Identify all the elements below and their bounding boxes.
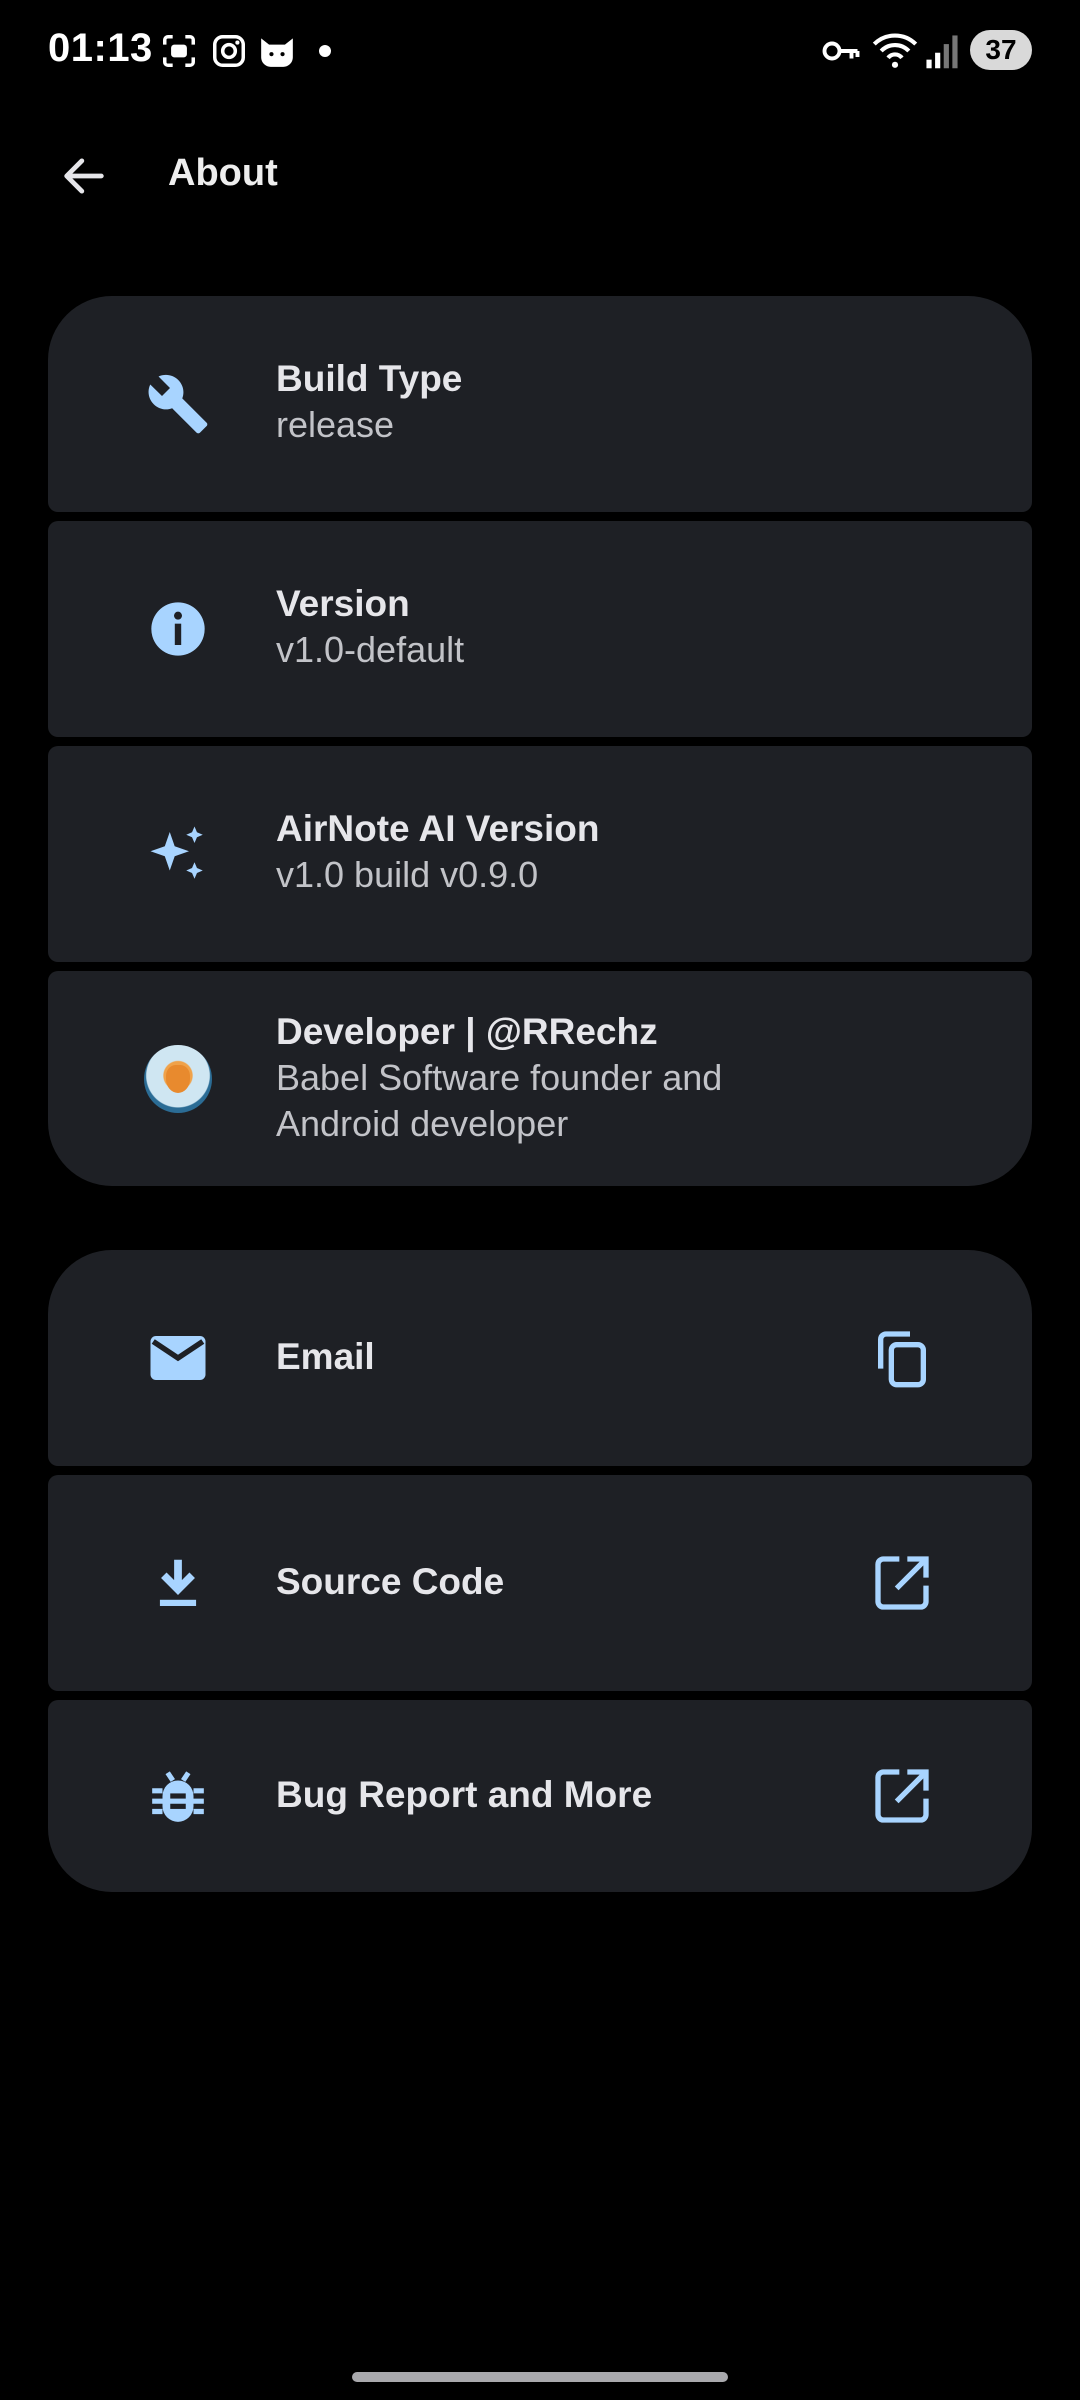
bug-report-item[interactable]: Bug Report and More bbox=[48, 1700, 1032, 1892]
developer-label: Developer | @RRechz bbox=[276, 1011, 658, 1052]
signal-icon bbox=[924, 32, 960, 70]
email-item[interactable]: Email bbox=[48, 1250, 1032, 1466]
ai-version-item: AirNote AI Version v1.0 build v0.9.0 bbox=[48, 746, 1032, 962]
ai-version-value: v1.0 build v0.9.0 bbox=[276, 854, 539, 895]
links-group: Email Source Code Bug Report and More bbox=[48, 1250, 1032, 1892]
version-value: v1.0-default bbox=[276, 629, 465, 670]
developer-item[interactable]: Developer | @RRechz Babel Software found… bbox=[48, 971, 1032, 1186]
open-external-icon bbox=[875, 1769, 929, 1823]
build-type-label: Build Type bbox=[276, 358, 463, 399]
bug-icon bbox=[144, 1762, 212, 1830]
status-time: 01:13 bbox=[48, 26, 153, 70]
top-app-bar: About bbox=[0, 130, 1080, 220]
open-external-icon bbox=[875, 1556, 929, 1610]
status-bar: 01:13 37 bbox=[0, 0, 1080, 100]
back-button[interactable] bbox=[44, 144, 124, 208]
notification-dot-icon bbox=[318, 44, 332, 58]
wifi-icon bbox=[872, 32, 918, 70]
download-icon bbox=[144, 1549, 212, 1617]
screenshot-icon bbox=[160, 32, 198, 70]
copy-button[interactable] bbox=[868, 1324, 936, 1392]
info-icon bbox=[144, 595, 212, 663]
vpn-key-icon bbox=[820, 32, 862, 70]
wrench-icon bbox=[144, 370, 212, 438]
ai-version-label: AirNote AI Version bbox=[276, 808, 600, 849]
home-indicator[interactable] bbox=[352, 2372, 728, 2382]
bug-report-open-button[interactable] bbox=[868, 1762, 936, 1830]
info-group: Build Type release Version v1.0-default bbox=[48, 296, 1032, 1186]
cat-app-icon bbox=[256, 32, 298, 70]
sparkle-icon bbox=[144, 820, 212, 888]
copy-icon bbox=[878, 1331, 926, 1388]
source-code-item[interactable]: Source Code bbox=[48, 1475, 1032, 1691]
arrow-back-icon bbox=[64, 158, 104, 194]
build-type-value: release bbox=[276, 404, 395, 445]
version-item: Version v1.0-default bbox=[48, 521, 1032, 737]
about-screen: 01:13 37 About Build Type release Versio… bbox=[0, 0, 1080, 2400]
instagram-icon bbox=[210, 32, 248, 70]
email-icon bbox=[144, 1324, 212, 1392]
developer-description-line1: Babel Software founder and bbox=[276, 1057, 723, 1098]
source-code-open-button[interactable] bbox=[868, 1549, 936, 1617]
developer-avatar bbox=[144, 1045, 212, 1113]
developer-description-line2: Android developer bbox=[276, 1103, 569, 1144]
battery-indicator: 37 bbox=[970, 30, 1032, 70]
page-title: About bbox=[168, 152, 278, 194]
version-label: Version bbox=[276, 583, 410, 624]
build-type-item: Build Type release bbox=[48, 296, 1032, 512]
